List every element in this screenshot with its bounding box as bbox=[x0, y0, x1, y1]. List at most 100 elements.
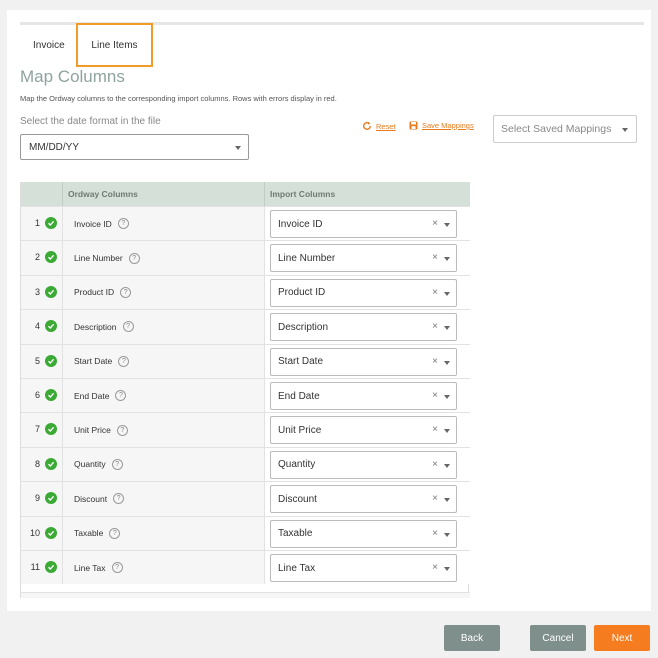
row-number-cell: 6 bbox=[21, 379, 63, 413]
import-column-select[interactable]: Unit Price × bbox=[270, 416, 457, 445]
ordway-column-cell: Taxable? bbox=[63, 516, 265, 550]
import-column-value: Quantity bbox=[278, 459, 316, 471]
import-column-value: Line Tax bbox=[278, 562, 316, 574]
date-format-label: Select the date format in the file bbox=[20, 116, 161, 127]
close-icon[interactable]: × bbox=[432, 459, 438, 470]
question-circle-icon[interactable]: ? bbox=[111, 562, 123, 574]
import-column-value: Discount bbox=[278, 493, 317, 505]
ordway-column-cell: Line Tax? bbox=[63, 551, 265, 585]
import-column-select[interactable]: Taxable × bbox=[270, 519, 457, 548]
next-button[interactable]: Next bbox=[594, 625, 650, 651]
import-column-select[interactable]: Line Number × bbox=[270, 244, 457, 273]
caret-down-icon[interactable] bbox=[444, 395, 450, 399]
close-icon[interactable]: × bbox=[432, 356, 438, 367]
row-number-cell: 7 bbox=[21, 413, 63, 447]
question-circle-icon[interactable]: ? bbox=[109, 527, 121, 539]
import-column-select[interactable]: End Date × bbox=[270, 382, 457, 410]
import-column-select[interactable]: Quantity × bbox=[270, 450, 457, 479]
reset-link[interactable]: Reset bbox=[362, 121, 396, 131]
caret-down-icon[interactable] bbox=[444, 223, 450, 227]
question-circle-icon[interactable]: ? bbox=[120, 286, 132, 298]
check-circle-icon bbox=[45, 526, 57, 539]
caret-down-icon[interactable] bbox=[444, 360, 450, 365]
caret-down-icon[interactable] bbox=[444, 429, 450, 434]
caret-down-icon[interactable] bbox=[444, 291, 450, 296]
import-column-select[interactable]: Discount × bbox=[270, 485, 457, 514]
check-circle-icon bbox=[45, 457, 57, 470]
table-row: 7 Unit Price? Unit Price × bbox=[21, 412, 470, 447]
caret-down-icon[interactable] bbox=[444, 257, 450, 262]
import-column-select[interactable]: Line Tax × bbox=[270, 554, 457, 582]
close-icon[interactable]: × bbox=[432, 528, 438, 539]
table-row: 1 Invoice ID? Invoice ID × bbox=[21, 206, 470, 241]
close-icon[interactable]: × bbox=[432, 321, 438, 332]
question-circle-icon[interactable]: ? bbox=[118, 355, 130, 367]
back-button[interactable]: Back bbox=[444, 625, 500, 651]
caret-down-icon bbox=[235, 146, 241, 150]
ordway-column-label: Unit Price bbox=[74, 425, 111, 436]
ordway-column-label: Description bbox=[74, 321, 117, 332]
save-mappings-link[interactable]: Save Mappings bbox=[409, 121, 474, 130]
header-number bbox=[21, 182, 63, 206]
close-icon[interactable]: × bbox=[432, 252, 438, 263]
question-circle-icon[interactable]: ? bbox=[122, 321, 134, 333]
tab-line-items[interactable]: Line Items bbox=[76, 23, 153, 67]
close-icon[interactable]: × bbox=[432, 218, 438, 229]
page-title: Map Columns bbox=[20, 67, 125, 86]
question-circle-icon[interactable]: ? bbox=[128, 252, 140, 264]
question-circle-icon[interactable]: ? bbox=[116, 424, 128, 436]
close-icon[interactable]: × bbox=[432, 287, 438, 298]
question-circle-icon[interactable]: ? bbox=[113, 493, 125, 505]
row-number-cell: 10 bbox=[21, 516, 63, 550]
caret-down-icon[interactable] bbox=[444, 326, 450, 331]
row-number-cell: 4 bbox=[21, 310, 63, 344]
table-row: 10 Taxable? Taxable × bbox=[21, 515, 470, 550]
table-row: 8 Quantity? Quantity × bbox=[21, 446, 470, 482]
import-column-value: Product ID bbox=[278, 287, 326, 299]
import-column-select[interactable]: Invoice ID × bbox=[270, 210, 457, 238]
save-mappings-label: Save Mappings bbox=[422, 121, 474, 130]
row-number: 9 bbox=[34, 493, 40, 504]
import-column-select[interactable]: Product ID × bbox=[270, 278, 457, 307]
question-circle-icon[interactable]: ? bbox=[115, 390, 127, 402]
tab-invoice[interactable]: Invoice bbox=[33, 40, 65, 51]
cancel-button[interactable]: Cancel bbox=[530, 625, 586, 651]
header-ordway-columns: Ordway Columns bbox=[63, 182, 265, 206]
import-column-cell: Description × bbox=[265, 310, 470, 344]
question-circle-icon[interactable]: ? bbox=[117, 218, 129, 230]
import-column-value: Taxable bbox=[278, 528, 313, 540]
caret-down-icon[interactable] bbox=[444, 567, 450, 571]
import-card: Invoice Line Items Map Columns Map the O… bbox=[7, 10, 651, 611]
import-column-cell: End Date × bbox=[265, 379, 470, 413]
check-circle-icon bbox=[45, 423, 57, 436]
caret-down-icon[interactable] bbox=[444, 498, 450, 503]
table-row: 9 Discount? Discount × bbox=[21, 481, 470, 516]
date-format-select[interactable]: MM/DD/YY bbox=[20, 134, 249, 160]
import-column-select[interactable]: Start Date × bbox=[270, 347, 457, 376]
check-circle-icon bbox=[45, 217, 57, 229]
close-icon[interactable]: × bbox=[432, 562, 438, 573]
import-column-value: Description bbox=[278, 321, 329, 333]
refresh-icon bbox=[363, 121, 371, 130]
saved-mappings-select[interactable]: Select Saved Mappings bbox=[493, 115, 637, 143]
caret-down-icon[interactable] bbox=[444, 532, 450, 537]
reset-label: Reset bbox=[376, 121, 396, 131]
table-footer bbox=[21, 592, 470, 598]
row-number: 5 bbox=[34, 355, 40, 366]
close-icon[interactable]: × bbox=[432, 390, 438, 401]
ordway-column-label: End Date bbox=[74, 390, 110, 401]
import-column-cell: Line Number × bbox=[265, 241, 470, 275]
close-icon[interactable]: × bbox=[432, 493, 438, 504]
import-column-cell: Line Tax × bbox=[265, 551, 470, 585]
caret-down-icon[interactable] bbox=[444, 463, 450, 468]
row-number-cell: 9 bbox=[21, 482, 63, 516]
import-column-select[interactable]: Description × bbox=[270, 313, 457, 342]
row-number: 4 bbox=[34, 321, 40, 332]
import-column-cell: Discount × bbox=[265, 482, 470, 516]
caret-down-icon bbox=[622, 128, 628, 132]
question-circle-icon[interactable]: ? bbox=[111, 458, 123, 470]
close-icon[interactable]: × bbox=[432, 424, 438, 435]
saved-mappings-placeholder: Select Saved Mappings bbox=[501, 123, 612, 135]
import-column-value: Invoice ID bbox=[278, 218, 323, 230]
row-number-cell: 5 bbox=[21, 344, 63, 378]
